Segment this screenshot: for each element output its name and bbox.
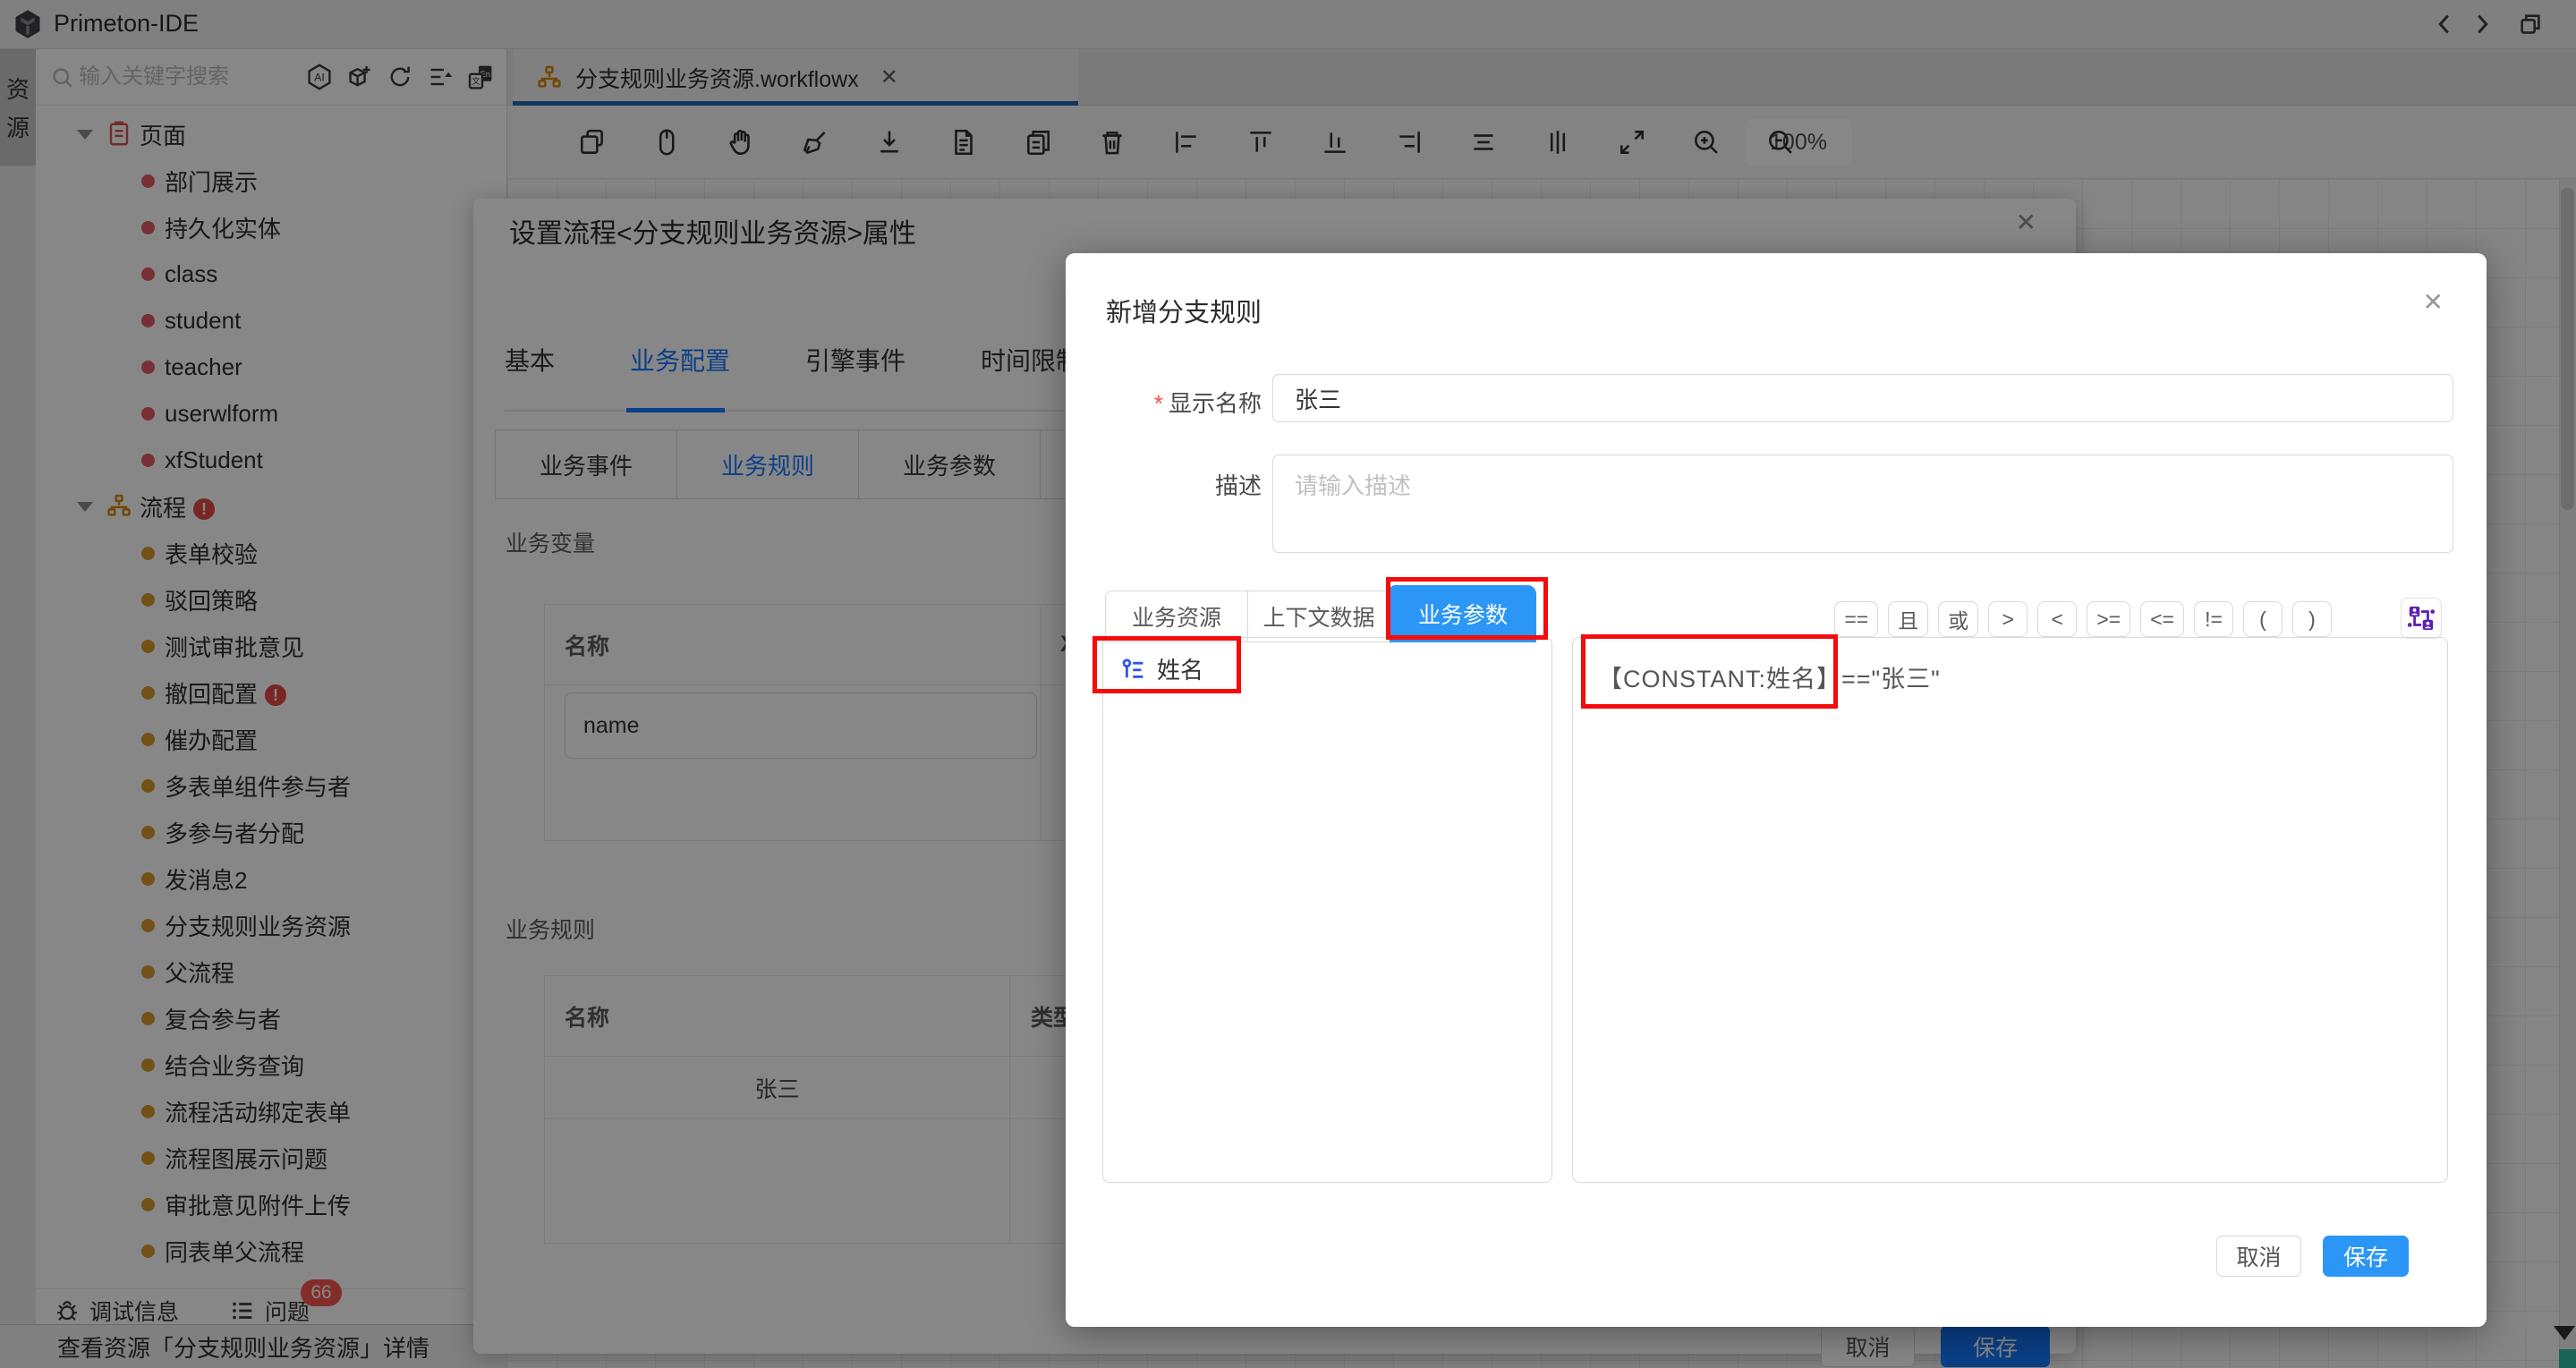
annotation-box-name-item: [1092, 636, 1241, 693]
modal-save-button[interactable]: 保存: [2323, 1236, 2409, 1277]
add-branch-rule-modal: 新增分支规则 ✕ *显示名称 描述 业务资源 上下文数据 业务参数 ==且或><…: [1066, 253, 2487, 1327]
application-window: Primeton-IDE 资 源 AIEn文 页面部门展示持久化实体classs…: [0, 0, 2576, 1368]
operator-button-且[interactable]: 且: [1888, 601, 1928, 637]
operator-button-([interactable]: (: [2243, 601, 2283, 637]
operator-button-<=[interactable]: <=: [2140, 601, 2184, 637]
operator-button-!=[interactable]: !=: [2194, 601, 2233, 637]
operator-button-或[interactable]: 或: [1938, 601, 1978, 637]
operator-button-<[interactable]: <: [2037, 601, 2077, 637]
required-star: *: [1154, 390, 1163, 417]
expression-panel[interactable]: 【CONSTANT:姓名】=="张三": [1572, 637, 2448, 1183]
operator-button-)[interactable]: ): [2292, 601, 2332, 637]
parameter-list-panel: 姓名: [1102, 637, 1552, 1183]
operator-button-==[interactable]: ==: [1834, 601, 1878, 637]
operator-button->=[interactable]: >=: [2087, 601, 2130, 637]
tab-context-data[interactable]: 上下文数据: [1247, 591, 1390, 642]
modal-cancel-button[interactable]: 取消: [2216, 1236, 2301, 1277]
display-name-input[interactable]: [1272, 374, 2453, 422]
expression-rest: =="张三": [1841, 666, 1941, 692]
relation-picker-button[interactable]: [2401, 598, 2442, 639]
tab-business-resource[interactable]: 业务资源: [1105, 591, 1248, 642]
display-name-label: *显示名称: [1066, 386, 1262, 419]
description-label: 描述: [1066, 468, 1262, 501]
description-input[interactable]: [1272, 455, 2453, 553]
annotation-box-constant-token: [1581, 634, 1838, 709]
relation-picker-icon: [2406, 603, 2436, 633]
modal-title: 新增分支规则: [1106, 292, 1262, 329]
operator-button->[interactable]: >: [1988, 601, 2028, 637]
operator-buttons: == 且或 >< >= <= != (): [1834, 601, 2332, 637]
annotation-box-business-params-tab: [1386, 577, 1548, 640]
modal-close-icon[interactable]: ✕: [2423, 287, 2444, 317]
